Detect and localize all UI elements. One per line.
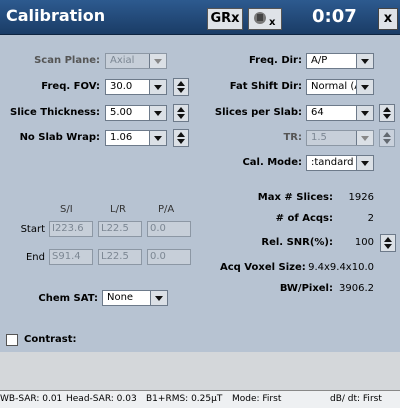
bottom-panel xyxy=(0,352,400,390)
num-acqs-value: 2 xyxy=(367,213,374,224)
chem-sat-label: Chem SAT: xyxy=(38,293,98,304)
freq-fov-value: 30.0 xyxy=(110,81,133,92)
cal-mode-value: :tandard xyxy=(311,157,354,168)
chevron-down-icon[interactable] xyxy=(150,291,167,305)
title-bar: Calibration GRx x 0:07 x xyxy=(0,0,400,35)
start-lr-field: L22.5 xyxy=(98,221,142,237)
arrow-down-icon[interactable] xyxy=(383,114,391,119)
bw-pixel-value: 3906.2 xyxy=(339,283,374,294)
dbdt-status: dB/ dt: First xyxy=(330,394,382,404)
freq-dir-value: A/P xyxy=(311,55,328,66)
no-slab-wrap-value: 1.06 xyxy=(110,132,133,143)
freq-fov-stepper[interactable] xyxy=(173,78,189,96)
chevron-down-icon[interactable] xyxy=(356,80,373,94)
col-header-lr: L/R xyxy=(110,204,126,215)
start-pa-field: 0.0 xyxy=(147,221,191,237)
end-pa-field: 0.0 xyxy=(147,249,191,265)
slice-thickness-value: 5.00 xyxy=(110,107,133,118)
rel-snr-stepper[interactable] xyxy=(380,234,396,252)
chem-sat-value: None xyxy=(107,292,134,303)
b1-rms: B1+RMS: 0.25μT xyxy=(146,394,223,404)
chevron-down-icon[interactable] xyxy=(149,80,166,94)
contrast-checkbox[interactable] xyxy=(6,334,18,346)
col-header-si: S/I xyxy=(60,204,73,215)
chem-sat-select[interactable]: None xyxy=(102,290,168,306)
end-lr-field: L22.5 xyxy=(98,249,142,265)
svg-text:x: x xyxy=(269,17,276,27)
arrow-down-icon xyxy=(383,139,391,144)
cal-mode-select[interactable]: :tandard xyxy=(306,155,374,171)
scan-time: 0:07 xyxy=(312,6,357,27)
chevron-down-icon[interactable] xyxy=(356,156,373,170)
graphic-rx-icon-button[interactable]: x xyxy=(248,8,282,30)
col-header-pa: P/A xyxy=(158,204,175,215)
tr-stepper xyxy=(379,129,395,147)
fat-shift-dir-select[interactable]: Normal (A) xyxy=(306,79,374,95)
arrow-up-icon[interactable] xyxy=(177,81,185,86)
arrow-up-icon[interactable] xyxy=(383,107,391,112)
scan-plane-value: Axial xyxy=(110,55,135,66)
chevron-down-icon[interactable] xyxy=(149,131,166,145)
chevron-down-icon[interactable] xyxy=(356,106,373,120)
num-acqs-label: # of Acqs: xyxy=(275,213,333,224)
arrow-down-icon[interactable] xyxy=(177,114,185,119)
grx-button[interactable]: GRx xyxy=(207,8,243,30)
arrow-up-icon[interactable] xyxy=(177,107,185,112)
freq-fov-select[interactable]: 30.0 xyxy=(105,79,167,95)
tr-select: 1.5 xyxy=(306,130,374,146)
freq-dir-label: Freq. Dir: xyxy=(248,55,302,66)
acq-voxel-label: Acq Voxel Size: xyxy=(220,262,306,273)
slices-per-slab-value: 64 xyxy=(311,107,324,118)
start-si-field: I223.6 xyxy=(49,221,93,237)
start-row-label: Start xyxy=(20,224,45,235)
arrow-down-icon[interactable] xyxy=(177,139,185,144)
chevron-down-icon[interactable] xyxy=(356,54,373,68)
slices-per-slab-label: Slices per Slab: xyxy=(214,107,302,118)
rel-snr-value: 100 xyxy=(354,237,374,248)
cal-mode-label: Cal. Mode: xyxy=(242,157,302,168)
no-slab-wrap-stepper[interactable] xyxy=(173,129,189,147)
mode-status: Mode: First xyxy=(232,394,282,404)
slices-per-slab-select[interactable]: 64 xyxy=(306,105,374,121)
scan-plane-select: Axial xyxy=(105,53,167,69)
end-si-field: S91.4 xyxy=(49,249,93,265)
scan-plane-label: Scan Plane: xyxy=(34,55,100,66)
end-row-label: End xyxy=(25,252,45,263)
window-title: Calibration xyxy=(6,6,106,25)
arrow-down-icon[interactable] xyxy=(177,88,185,93)
no-slab-wrap-label: No Slab Wrap: xyxy=(19,132,100,143)
fat-shift-dir-label: Fat Shift Dir: xyxy=(229,81,302,92)
bw-pixel-label: BW/Pixel: xyxy=(279,283,333,294)
chevron-down-icon[interactable] xyxy=(149,106,166,120)
head-sar: Head-SAR: 0.03 xyxy=(66,394,137,404)
chevron-down-icon xyxy=(356,131,373,145)
freq-dir-select[interactable]: A/P xyxy=(306,53,374,69)
slice-thickness-select[interactable]: 5.00 xyxy=(105,105,167,121)
arrow-up-icon[interactable] xyxy=(177,132,185,137)
slices-per-slab-stepper[interactable] xyxy=(379,104,395,122)
chevron-down-icon xyxy=(149,54,166,68)
slice-thickness-stepper[interactable] xyxy=(173,104,189,122)
max-slices-label: Max # Slices: xyxy=(257,192,333,203)
arrow-down-icon[interactable] xyxy=(384,244,392,249)
tr-value: 1.5 xyxy=(311,132,327,143)
tr-label: TR: xyxy=(283,132,302,143)
close-button[interactable]: x xyxy=(378,8,398,30)
max-slices-value: 1926 xyxy=(348,192,374,203)
freq-fov-label: Freq. FOV: xyxy=(41,81,100,92)
no-slab-wrap-select[interactable]: 1.06 xyxy=(105,130,167,146)
arrow-up-icon[interactable] xyxy=(384,237,392,242)
rel-snr-label: Rel. SNR(%): xyxy=(261,237,333,248)
arrow-up-icon xyxy=(383,132,391,137)
head-icon: x xyxy=(254,12,276,28)
status-bar: WB-SAR: 0.01 Head-SAR: 0.03 B1+RMS: 0.25… xyxy=(0,390,400,408)
wb-sar: WB-SAR: 0.01 xyxy=(0,394,63,404)
acq-voxel-value: 9.4x9.4x10.0 xyxy=(308,262,374,273)
contrast-label: Contrast: xyxy=(24,334,77,345)
slice-thickness-label: Slice Thickness: xyxy=(10,107,100,118)
